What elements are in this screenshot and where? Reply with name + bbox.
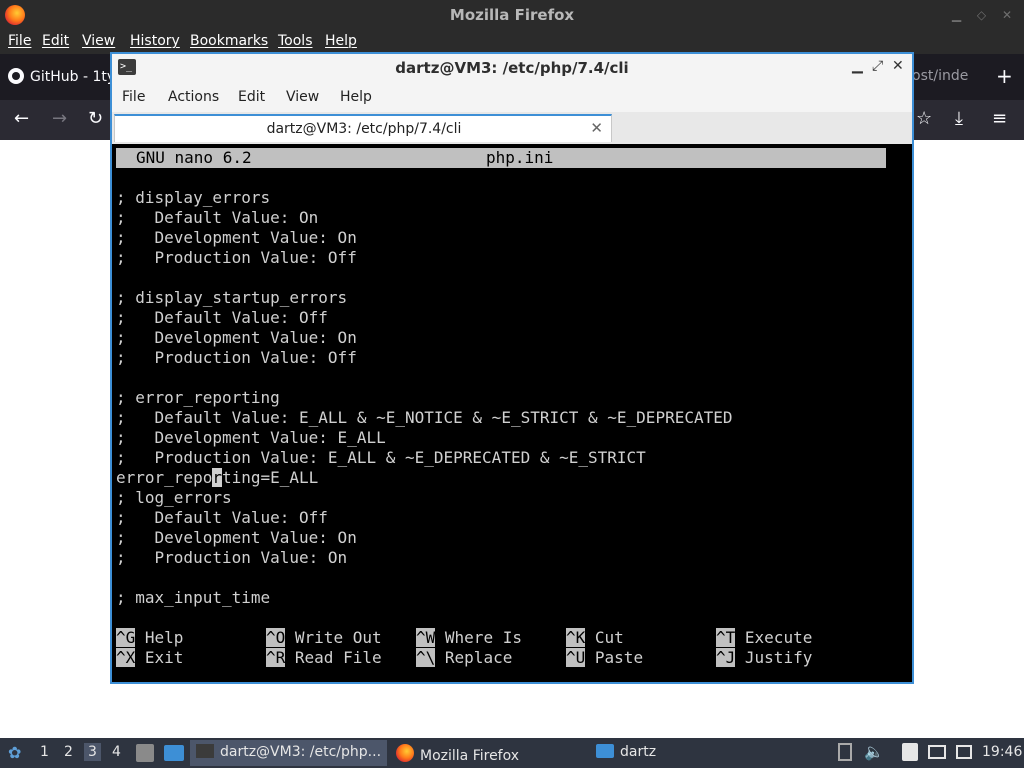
downloads-icon[interactable]: ⤓ [955,108,963,129]
firefox-menu-file[interactable]: File [8,33,31,49]
shortcut-exit[interactable]: ^X Exit [116,648,183,668]
shortcut-paste[interactable]: ^U Paste [566,648,643,668]
buffer-line: ; display_errors [116,188,271,207]
desktop-4[interactable]: 4 [112,744,121,760]
network-icon[interactable] [956,745,972,759]
shortcut-execute[interactable]: ^T Execute [716,628,812,648]
buffer-line: ; log_errors [116,488,232,507]
buffer-line: ; Development Value: On [116,228,357,247]
firefox-task-icon [396,744,414,762]
firefox-menu-history[interactable]: History [130,33,180,49]
desktop-2[interactable]: 2 [64,744,73,760]
github-icon [8,68,24,84]
bookmark-star-icon[interactable]: ☆ [916,108,932,129]
clock: 19:46 [982,744,1023,760]
firefox-menu-help[interactable]: Help [325,33,357,49]
close-icon[interactable]: ✕ [892,58,904,74]
terminal-menu-view[interactable]: View [286,89,319,105]
buffer-line: ; Development Value: E_ALL [116,428,386,447]
buffer-line: ; Default Value: E_ALL & ~E_NOTICE & ~E_… [116,408,733,427]
volume-icon[interactable]: 🔈 [864,742,884,761]
firefox-tab-github[interactable]: GitHub - 1ty [8,68,115,85]
buffer-line: ; Production Value: Off [116,348,357,367]
buffer-line: ; error_reporting [116,388,280,407]
file-manager-launcher-icon[interactable] [136,744,154,762]
firefox-menu-bookmarks[interactable]: Bookmarks [190,33,268,49]
terminal-window: >_ dartz@VM3: /etc/php/7.4/cli ▁ ⤢ ✕ Fil… [110,52,914,684]
terminal-task-icon [196,744,214,758]
shortcut-cut[interactable]: ^K Cut [566,628,624,648]
buffer-line: ; Default Value: Off [116,308,328,327]
buffer-line [116,568,733,588]
app-menu-icon[interactable]: ≡ [992,108,1007,129]
start-menu-icon[interactable]: ✿ [8,743,21,762]
terminal-tabstrip: dartz@VM3: /etc/php/7.4/cli ✕ [112,112,912,144]
firefox-menu-edit[interactable]: Edit [42,33,69,49]
nano-editor[interactable]: GNU nano 6.2 php.ini ; display_errors ; … [112,144,912,682]
buffer-line [116,368,733,388]
taskbar: ✿ 1 2 3 4 dartz@VM3: /etc/php... Mozilla… [0,738,1024,768]
firefox-menu-tools[interactable]: Tools [278,33,313,49]
nano-titlebar: GNU nano 6.2 php.ini [116,148,886,168]
buffer-line: ; Production Value: On [116,548,348,567]
terminal-menu-actions[interactable]: Actions [168,89,219,105]
firefox-tab-github-label: GitHub - 1ty [30,69,116,85]
shortcut-help[interactable]: ^G Help [116,628,183,648]
firefox-tab-localhost[interactable]: ost/inde [912,68,968,84]
buffer-line: ; Default Value: Off [116,508,328,527]
text-cursor: r [212,468,222,487]
buffer-line [116,268,733,288]
firefox-titlebar: Mozilla Firefox ▁ ◇ ✕ [0,0,1024,30]
tab-close-icon[interactable]: ✕ [590,119,603,137]
firefox-window-buttons[interactable]: ▁ ◇ ✕ [952,8,1018,22]
forward-icon[interactable]: → [52,108,67,129]
shortcut-justify[interactable]: ^J Justify [716,648,812,668]
buffer-line: ; max_input_time [116,588,271,607]
task-folder-label: dartz [620,744,657,760]
terminal-menubar: File Actions Edit View Help [112,82,912,112]
buffer-line: ; Default Value: On [116,208,319,227]
back-icon[interactable]: ← [14,108,29,129]
terminal-window-title: dartz@VM3: /etc/php/7.4/cli [395,59,629,77]
terminal-menu-help[interactable]: Help [340,89,372,105]
task-firefox[interactable]: Mozilla Firefox [390,740,525,766]
nano-version: GNU nano 6.2 [136,148,252,167]
task-firefox-label: Mozilla Firefox [420,748,520,764]
clipboard-icon[interactable] [902,743,918,761]
terminal-menu-file[interactable]: File [122,89,145,105]
reload-icon[interactable]: ↻ [88,108,103,129]
terminal-tab-label: dartz@VM3: /etc/php/7.4/cli [266,121,462,137]
desktop-3[interactable]: 3 [84,743,101,761]
folder-task-icon [596,744,614,758]
terminal-titlebar: >_ dartz@VM3: /etc/php/7.4/cli ▁ ⤢ ✕ [112,54,912,82]
minimize-icon[interactable]: ▁ [852,58,863,74]
firefox-menu-view[interactable]: View [82,33,115,49]
shortcut-where-is[interactable]: ^W Where Is [416,628,522,648]
battery-icon[interactable] [838,743,852,761]
firefox-menubar: File Edit View History Bookmarks Tools H… [0,30,1024,54]
maximize-icon[interactable]: ⤢ [872,58,883,74]
task-terminal-label: dartz@VM3: /etc/php... [220,744,382,760]
terminal-tab[interactable]: dartz@VM3: /etc/php/7.4/cli ✕ [114,114,612,142]
buffer-line: ; Development Value: On [116,328,357,347]
nano-buffer[interactable]: ; display_errors ; Default Value: On ; D… [116,188,733,608]
buffer-line: ; Production Value: Off [116,248,357,267]
buffer-line-cursor: error_reporting=E_ALL [116,468,319,487]
terminal-menu-edit[interactable]: Edit [238,89,265,105]
shortcut-replace[interactable]: ^\ Replace [416,648,512,668]
desktop-launcher-icon[interactable] [164,745,184,761]
shortcut-read-file[interactable]: ^R Read File [266,648,382,668]
buffer-line: ; Development Value: On [116,528,357,547]
nano-filename: php.ini [486,148,554,167]
buffer-line: ; Production Value: E_ALL & ~E_DEPRECATE… [116,448,646,467]
shortcut-write-out[interactable]: ^O Write Out [266,628,382,648]
buffer-line: ; display_startup_errors [116,288,348,307]
desktop-1[interactable]: 1 [40,744,49,760]
display-icon[interactable] [928,745,946,759]
task-folder[interactable]: dartz [590,740,662,766]
task-terminal[interactable]: dartz@VM3: /etc/php... [190,740,388,766]
firefox-window-title: Mozilla Firefox [449,6,575,24]
new-tab-icon[interactable]: + [996,64,1013,88]
